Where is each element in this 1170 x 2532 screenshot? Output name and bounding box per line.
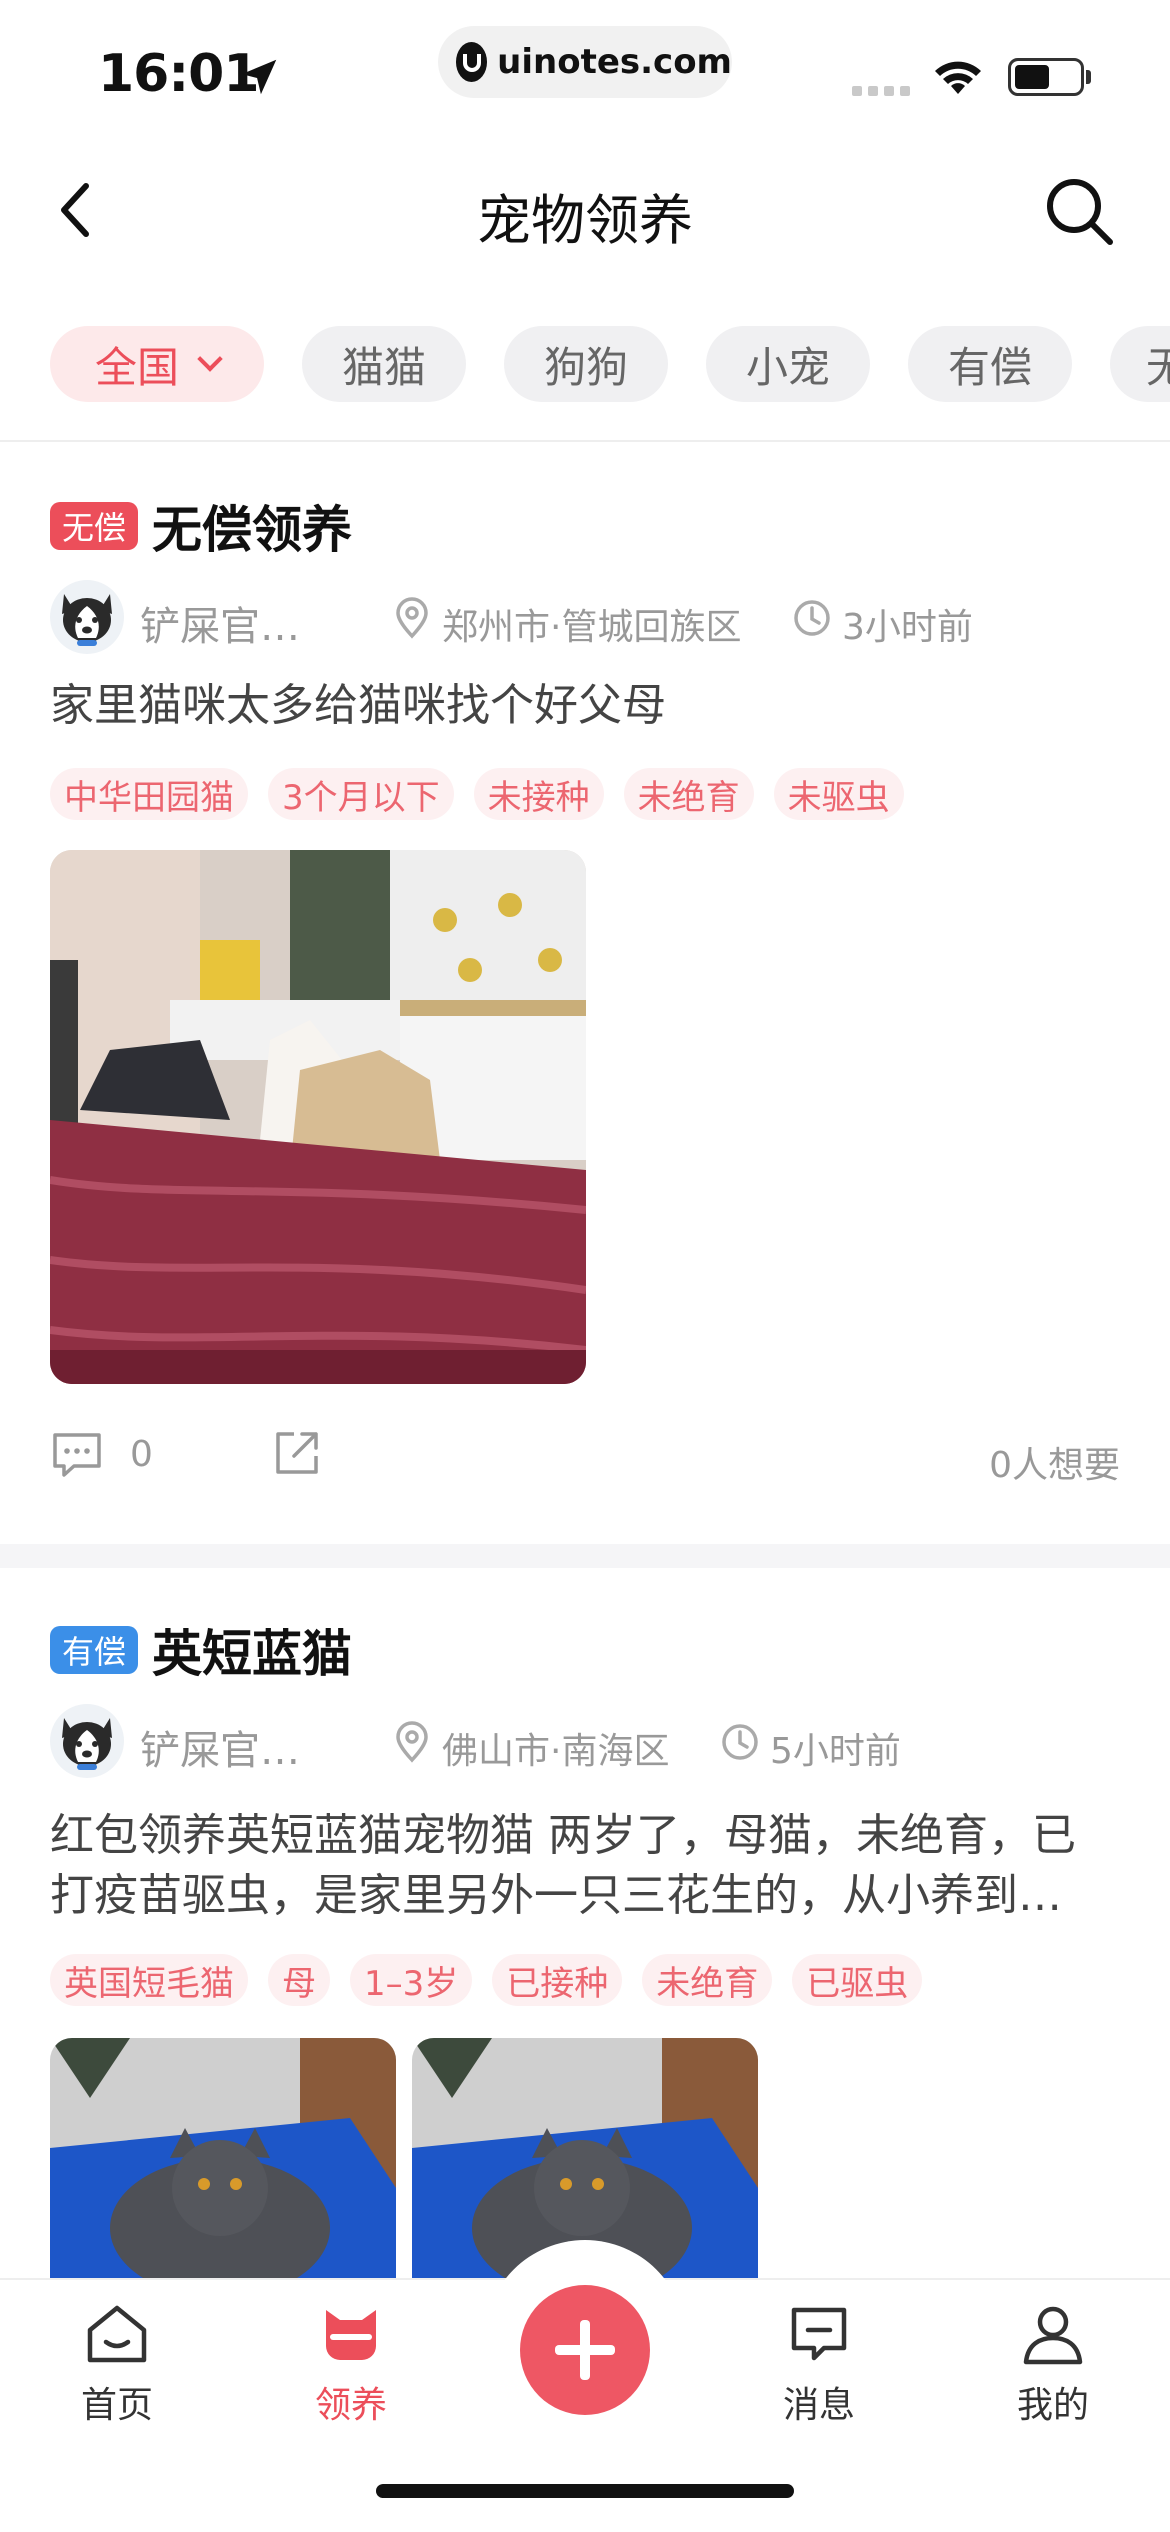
post-title-row: 有偿 英短蓝猫 [50, 1620, 352, 1683]
url-pill[interactable]: uinotes.com [438, 26, 732, 98]
tab-adopt[interactable]: 领养 [276, 2300, 426, 2428]
status-time: 16:01 [98, 44, 260, 104]
filter-chip-label: 小宠 [745, 342, 830, 392]
url-text: uinotes.com [497, 42, 732, 82]
user-name[interactable]: 铲屎官… [140, 594, 300, 652]
location-pin-icon [396, 1721, 428, 1763]
post-card[interactable]: 无偿 无偿领养 铲屎官… 郑州市·管城回族区 3小时前 家里猫咪太多给猫咪找个好… [0, 496, 1170, 1536]
pet-photo[interactable] [50, 2038, 396, 2280]
clock-icon [794, 600, 830, 636]
battery-tip [1086, 70, 1091, 84]
tag: 未绝育 [642, 1954, 773, 2006]
post-title: 无偿领养 [152, 501, 353, 559]
filter-chip-cats[interactable]: 猫猫 [302, 326, 466, 402]
tag: 已接种 [492, 1954, 623, 2006]
tag-list: 英国短毛猫 母 1–3岁 已接种 未绝育 已驱虫 [50, 1954, 923, 2006]
post-time: 3小时前 [842, 607, 973, 648]
tag: 英国短毛猫 [50, 1954, 248, 2006]
tab-label: 领养 [314, 2385, 387, 2426]
post-description: 家里猫咪太多给猫咪找个好父母 [50, 680, 666, 731]
page-title: 宠物领养 [477, 189, 693, 252]
cat-icon [326, 2310, 376, 2360]
post-time: 5小时前 [770, 1731, 901, 1772]
type-badge: 有偿 [50, 1626, 139, 1674]
message-icon [791, 2307, 847, 2361]
battery-icon [1008, 58, 1084, 96]
section-divider [0, 1544, 1170, 1568]
status-bar: 16:01 uinotes.com [0, 0, 1170, 140]
post-description-line: 红包领养英短蓝猫宠物猫 两岁了，母猫，未绝育，已 [50, 1810, 1076, 1861]
location-pin-icon [396, 597, 428, 639]
filter-chips: 全国 猫猫 狗狗 小宠 有偿 无 [0, 326, 1170, 406]
clock-icon [722, 1724, 758, 1760]
post-meta: 铲屎官… 佛山市·南海区 5小时前 [50, 1704, 1130, 1780]
tag: 未绝育 [623, 768, 754, 820]
post-location: 郑州市·管城回族区 [442, 607, 742, 648]
site-logo-icon [456, 42, 488, 82]
tag: 3个月以下 [268, 768, 454, 820]
tab-label: 我的 [1016, 2385, 1089, 2426]
plus-icon [580, 2320, 590, 2380]
chevron-down-icon [197, 346, 223, 372]
location-arrow-icon [241, 59, 277, 95]
tag: 已驱虫 [792, 1954, 923, 2006]
filter-chip-free[interactable]: 无 [1110, 326, 1170, 402]
post-description: 红包领养英短蓝猫宠物猫 两岁了，母猫，未绝育，已 打疫苗驱虫，是家里另外一只三花… [50, 1806, 1130, 1926]
avatar[interactable] [50, 580, 124, 654]
tab-label: 消息 [782, 2385, 855, 2426]
comment-icon[interactable] [50, 1430, 104, 1480]
home-indicator [376, 2484, 794, 2498]
post-meta: 铲屎官… 郑州市·管城回族区 3小时前 [50, 580, 1130, 656]
filter-chip-dogs[interactable]: 狗狗 [504, 326, 668, 402]
post-actions: 0 0人想要 [50, 1426, 1120, 1486]
tab-profile[interactable]: 我的 [978, 2300, 1128, 2428]
tag: 中华田园猫 [50, 768, 248, 820]
pet-photo-cat-on-bed [50, 850, 586, 1384]
pet-photo[interactable] [50, 850, 586, 1384]
filter-chip-label: 无 [1146, 342, 1170, 392]
wifi-icon [935, 61, 981, 94]
post-title: 英短蓝猫 [152, 1625, 353, 1683]
tab-messages[interactable]: 消息 [744, 2300, 894, 2428]
filter-chip-label: 有偿 [947, 342, 1032, 392]
husky-avatar-icon [62, 1718, 112, 1770]
tab-home[interactable]: 首页 [42, 2300, 192, 2428]
post-title-row: 无偿 无偿领养 [50, 496, 352, 559]
user-name[interactable]: 铲屎官… [140, 1718, 300, 1776]
filter-chip-label: 全国 [94, 342, 179, 392]
want-count: 0人想要 [989, 1445, 1120, 1486]
filter-chip-region[interactable]: 全国 [50, 326, 264, 402]
filter-chip-small-pets[interactable]: 小宠 [706, 326, 870, 402]
tag: 未驱虫 [773, 768, 904, 820]
cellular-signal-icon [852, 86, 910, 96]
tag-list: 中华田园猫 3个月以下 未接种 未绝育 未驱虫 [50, 768, 904, 820]
type-badge: 无偿 [50, 502, 139, 550]
husky-avatar-icon [62, 594, 112, 646]
divider [0, 440, 1170, 442]
publish-button[interactable] [520, 2285, 650, 2415]
nav-bar: 宠物领养 [0, 140, 1170, 280]
home-icon [87, 2305, 147, 2363]
filter-chip-label: 猫猫 [341, 342, 426, 392]
tag: 1–3岁 [350, 1954, 473, 2006]
tab-label: 首页 [80, 2385, 153, 2426]
pet-photo-blue-cat [50, 2038, 396, 2280]
user-icon [1023, 2306, 1083, 2365]
post-card[interactable]: 有偿 英短蓝猫 铲屎官… 佛山市·南海区 5小时前 红包领养英短蓝猫宠物猫 两岁… [0, 1620, 1170, 2280]
filter-chip-paid[interactable]: 有偿 [908, 326, 1072, 402]
post-location: 佛山市·南海区 [442, 1731, 670, 1772]
tag: 母 [268, 1954, 330, 2006]
tag: 未接种 [473, 768, 604, 820]
post-description-line: 打疫苗驱虫，是家里另外一只三花生的，从小养到… [50, 1870, 1062, 1921]
avatar[interactable] [50, 1704, 124, 1778]
share-icon[interactable] [272, 1428, 322, 1478]
filter-chip-label: 狗狗 [543, 342, 628, 392]
search-icon[interactable] [1042, 174, 1118, 250]
comment-count: 0 [130, 1434, 153, 1475]
